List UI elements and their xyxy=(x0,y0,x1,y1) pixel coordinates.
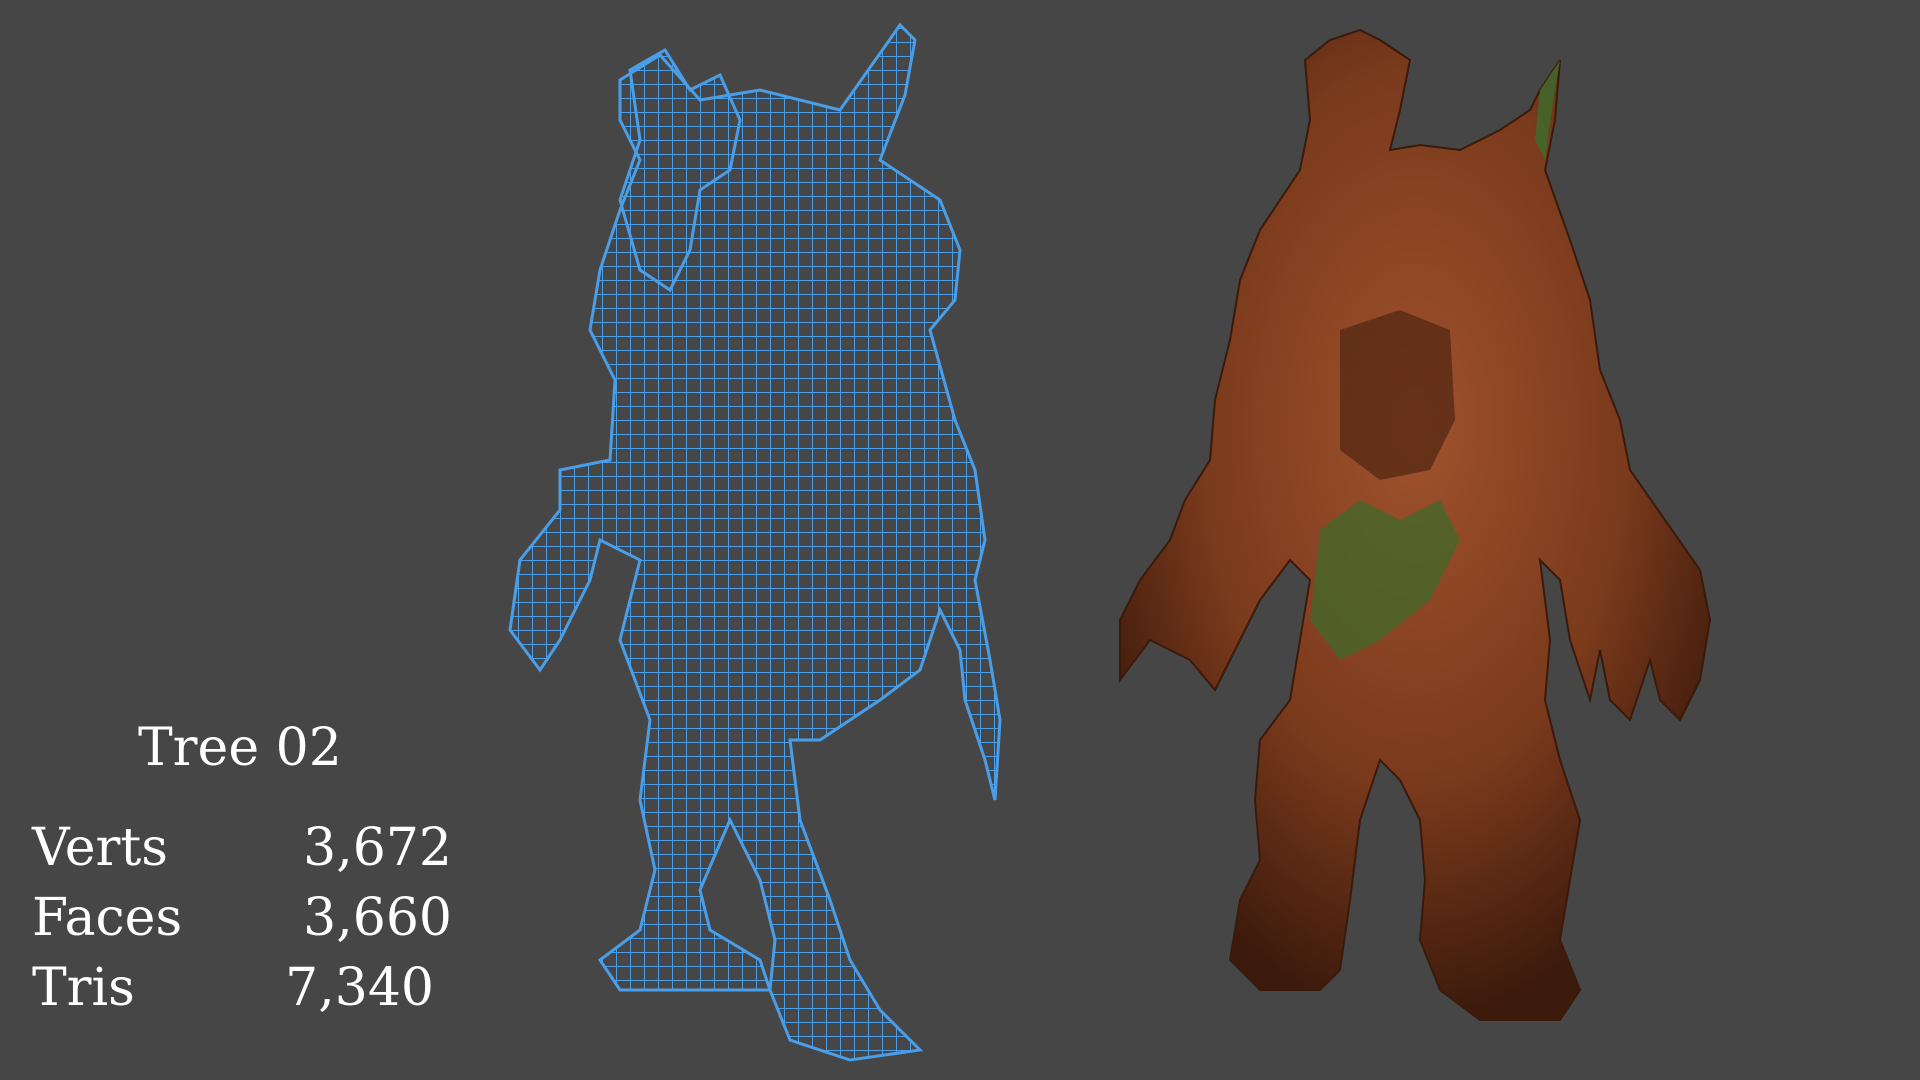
stat-value: 7,340 xyxy=(285,958,434,1018)
stat-row-verts: Verts 3,672 xyxy=(32,818,452,882)
stat-row-faces: Faces 3,660 xyxy=(32,888,452,952)
wireframe-model xyxy=(508,22,1002,1062)
render-viewport: Tree 02 Verts 3,672 Faces 3,660 Tris 7,3… xyxy=(0,0,1920,1080)
wireframe-silhouette xyxy=(508,22,1002,1062)
stat-value: 3,672 xyxy=(303,818,452,878)
model-title: Tree 02 xyxy=(138,718,342,778)
chest-ribs xyxy=(1340,310,1455,480)
stat-label: Tris xyxy=(32,958,135,1018)
stat-label: Faces xyxy=(32,888,183,948)
textured-model xyxy=(1119,28,1712,1021)
stat-row-tris: Tris 7,340 xyxy=(32,958,434,1022)
stat-label: Verts xyxy=(32,818,168,878)
stat-value: 3,660 xyxy=(303,888,452,948)
